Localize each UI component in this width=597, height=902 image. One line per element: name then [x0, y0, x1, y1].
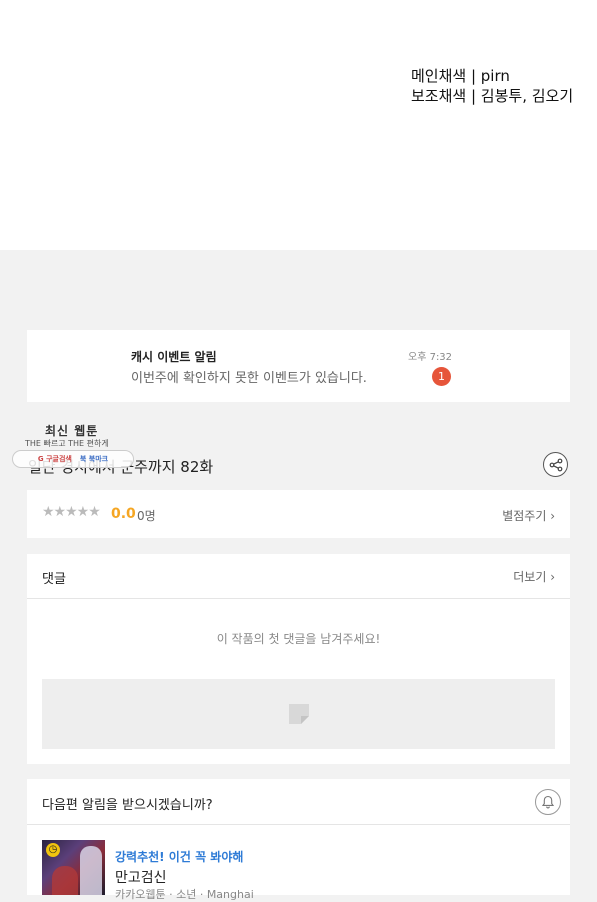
logo-buttons: G 구글검색 북 북마크: [12, 450, 134, 468]
thumbnail-figure: [52, 866, 78, 895]
comment-header: 댓글 더보기 ›: [27, 554, 570, 599]
bookmark-button[interactable]: 북 북마크: [80, 454, 108, 464]
comment-section: 댓글 더보기 › 이 작품의 첫 댓글을 남겨주세요!: [27, 554, 570, 764]
recommend-meta: 카카오웹툰 · 소년 · Manghai: [115, 888, 254, 901]
credits-main-color: 메인채색 | pirn: [411, 67, 510, 85]
bell-icon: [541, 795, 555, 809]
rating-count: 0명: [137, 509, 156, 523]
write-icon: [289, 704, 309, 724]
alert-question: 다음편 알림을 받으시겠습니까?: [42, 798, 213, 813]
cash-event-notification[interactable]: 캐시 이벤트 알림 이번주에 확인하지 못한 이벤트가 있습니다. 오후 7:3…: [27, 330, 570, 402]
recommend-tag: 강력추천! 이건 꼭 봐야해: [115, 850, 244, 864]
clock-icon: ◷: [46, 843, 60, 857]
recommend-thumbnail[interactable]: ◷: [42, 840, 105, 895]
thumbnail-figure: [80, 846, 102, 895]
share-button[interactable]: [543, 452, 568, 477]
credits-sub-color: 보조채색 | 김봉투, 김오기: [411, 87, 574, 105]
notification-title: 캐시 이벤트 알림: [131, 350, 217, 364]
site-logo-slogan: THE 빠르고 THE 편하게: [25, 439, 109, 448]
content-image-area: 메인채색 | pirn 보조채색 | 김봉투, 김오기: [0, 0, 597, 250]
rate-button[interactable]: 별점주기 ›: [502, 507, 555, 524]
rating-score: 0.0: [111, 506, 136, 522]
recommend-title[interactable]: 만고검신: [115, 867, 167, 887]
site-logo-title: 최신 웹툰: [45, 424, 99, 438]
rating-section: ★★★★★ 0.0 0명 별점주기 ›: [27, 490, 570, 538]
rating-stars: ★★★★★: [42, 504, 101, 520]
comment-more-link[interactable]: 더보기 ›: [513, 568, 555, 585]
notification-count-badge: 1: [432, 367, 451, 386]
notification-time: 오후 7:32: [408, 352, 453, 363]
comment-label: 댓글: [42, 572, 66, 587]
google-search-button[interactable]: G 구글검색: [38, 454, 72, 464]
credits-text: 메인채색 | pirn 보조채색 | 김봉투, 김오기: [411, 66, 573, 106]
comment-empty-message: 이 작품의 첫 댓글을 남겨주세요!: [216, 632, 381, 646]
alert-subscribe-button[interactable]: [535, 789, 561, 815]
alert-header: 다음편 알림을 받으시겠습니까?: [27, 779, 570, 825]
share-icon: [549, 458, 563, 472]
notification-message: 이번주에 확인하지 못한 이벤트가 있습니다.: [131, 371, 367, 386]
site-logo-overlay[interactable]: 최신 웹툰 THE 빠르고 THE 편하게 G 구글검색 북 북마크: [12, 420, 137, 468]
comment-input[interactable]: [42, 679, 555, 749]
next-episode-alert-section: 다음편 알림을 받으시겠습니까? ◷ 강력추천! 이건 꼭 봐야해 만고검신 카…: [27, 779, 570, 901]
